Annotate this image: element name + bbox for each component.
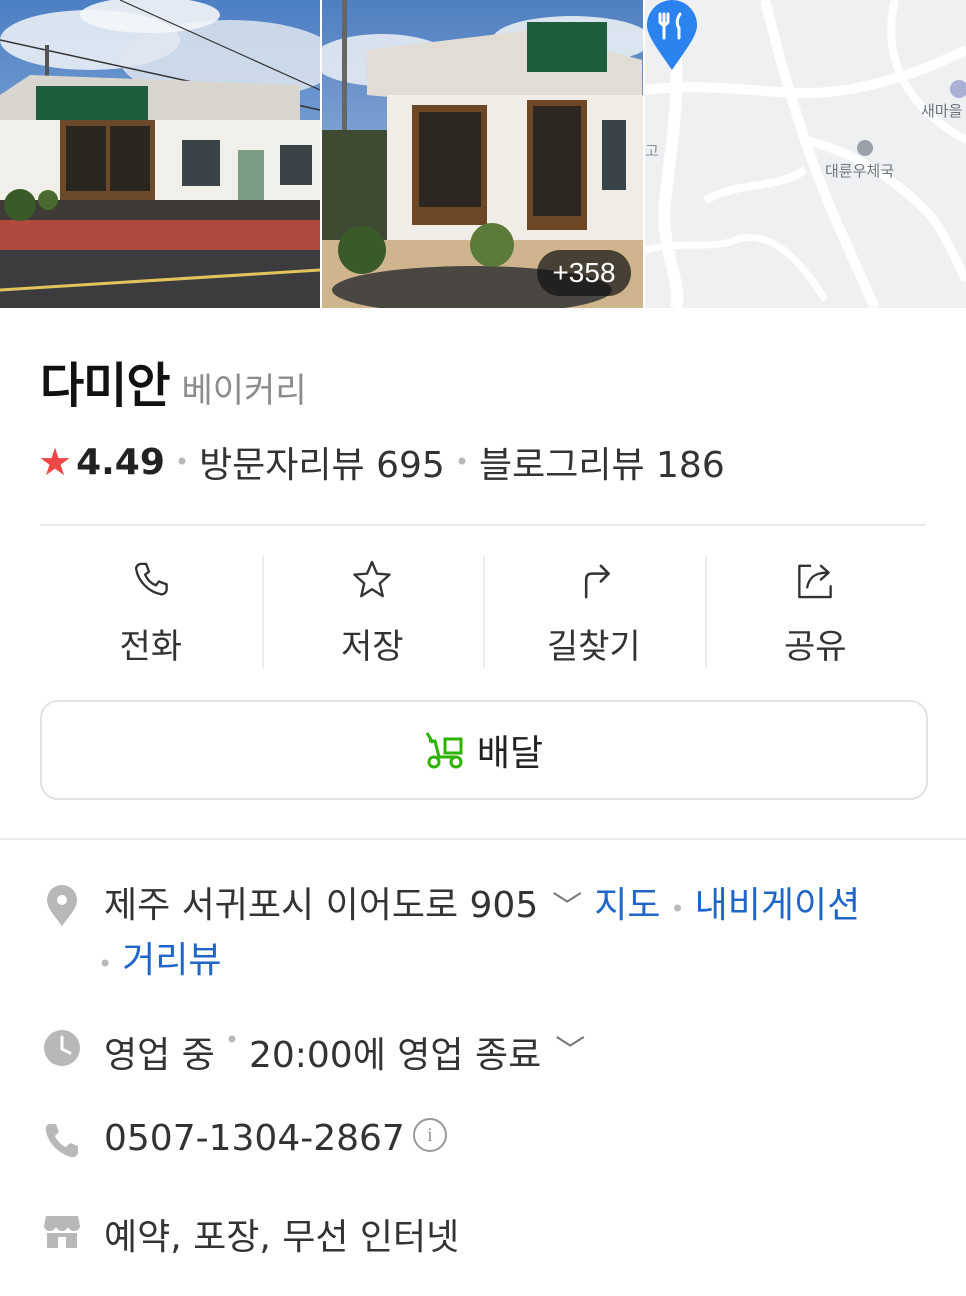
share-icon (798, 564, 833, 599)
map-link[interactable]: 지도 (594, 885, 660, 926)
rating-value: 4.49 (76, 441, 165, 483)
storefront-photo-2[interactable]: +358 (322, 0, 643, 308)
directions-icon (584, 564, 610, 599)
phone-icon (134, 562, 168, 596)
directions-button[interactable]: 길찾기 (483, 556, 705, 668)
star-icon (353, 560, 392, 598)
more-photos-badge[interactable]: +358 (537, 250, 631, 296)
visitor-reviews-link[interactable]: 방문자리뷰 695 (199, 436, 445, 488)
delivery-scooter-icon (425, 732, 463, 769)
map-thumbnail[interactable]: 대륜우체국 새마을 고 (645, 0, 966, 308)
map-label-village: 새마을 (921, 102, 963, 120)
place-title: 다미안 베이커리 (40, 346, 307, 416)
map-label-edge: 고 (645, 142, 659, 160)
address-row: 제주 서귀포시 이어도로 905 ﹀ 지도 • 내비게이션 • 거리뷰 (40, 884, 940, 990)
directions-label: 길찾기 (546, 627, 641, 667)
separator-dot: • (224, 1026, 239, 1054)
share-button[interactable]: 공유 (704, 556, 927, 668)
store-icon (44, 1216, 80, 1248)
phone-row[interactable]: 0507-1304-2867 i (40, 1118, 447, 1162)
separator-dot: • (174, 448, 190, 476)
call-button[interactable]: 전화 (40, 556, 262, 668)
navigation-link[interactable]: 내비게이션 (695, 885, 861, 926)
action-bar: 전화 저장 길찾기 공유 (40, 556, 926, 668)
open-status: 영업 중 (104, 1035, 215, 1076)
save-label: 저장 (340, 627, 404, 667)
street-view-link[interactable]: 거리뷰 (122, 940, 221, 981)
hours-row[interactable]: 영업 중 • 20:00에 영업 종료 ﹀ (40, 1026, 597, 1078)
separator-dot: • (98, 950, 113, 978)
map-label-post-office: 대륜우체국 (825, 162, 895, 180)
chevron-down-icon[interactable]: ﹀ (555, 1026, 585, 1070)
village-icon (950, 80, 966, 98)
address-text[interactable]: 제주 서귀포시 이어도로 905 (104, 885, 538, 926)
delivery-label: 배달 (476, 733, 544, 774)
place-name: 다미안 (40, 358, 170, 414)
storefront-photo-1[interactable] (0, 0, 320, 308)
post-office-icon (857, 140, 873, 156)
location-pin-icon (47, 885, 77, 926)
separator-dot: • (454, 448, 469, 476)
restaurant-pin-icon (647, 0, 697, 70)
photo-gallery[interactable]: +358 대륜우체국 새마을 고 (0, 0, 966, 308)
separator-dot: • (670, 895, 685, 923)
chevron-down-icon[interactable]: ﹀ (552, 890, 582, 925)
review-stats: ★ 4.49 • 방문자리뷰 695 • 블로그리뷰 186 (38, 436, 725, 488)
phone-icon (45, 1124, 78, 1158)
info-icon[interactable]: i (412, 1118, 447, 1152)
phone-number[interactable]: 0507-1304-2867 (104, 1118, 405, 1159)
save-button[interactable]: 저장 (261, 556, 484, 668)
clock-icon (44, 1030, 80, 1066)
section-divider (0, 838, 966, 840)
amenities-text: 예약, 포장, 무선 인터넷 (104, 1217, 460, 1258)
place-category: 베이커리 (181, 371, 307, 411)
share-label: 공유 (783, 627, 847, 667)
blog-reviews-link[interactable]: 블로그리뷰 186 (479, 436, 725, 488)
closing-time: 20:00에 영업 종료 (248, 1035, 542, 1076)
amenities-row: 예약, 포장, 무선 인터넷 (40, 1208, 459, 1260)
delivery-button[interactable]: 배달 (40, 700, 928, 800)
divider (40, 524, 926, 526)
call-label: 전화 (119, 627, 183, 667)
rating-star-icon: ★ (38, 440, 73, 484)
